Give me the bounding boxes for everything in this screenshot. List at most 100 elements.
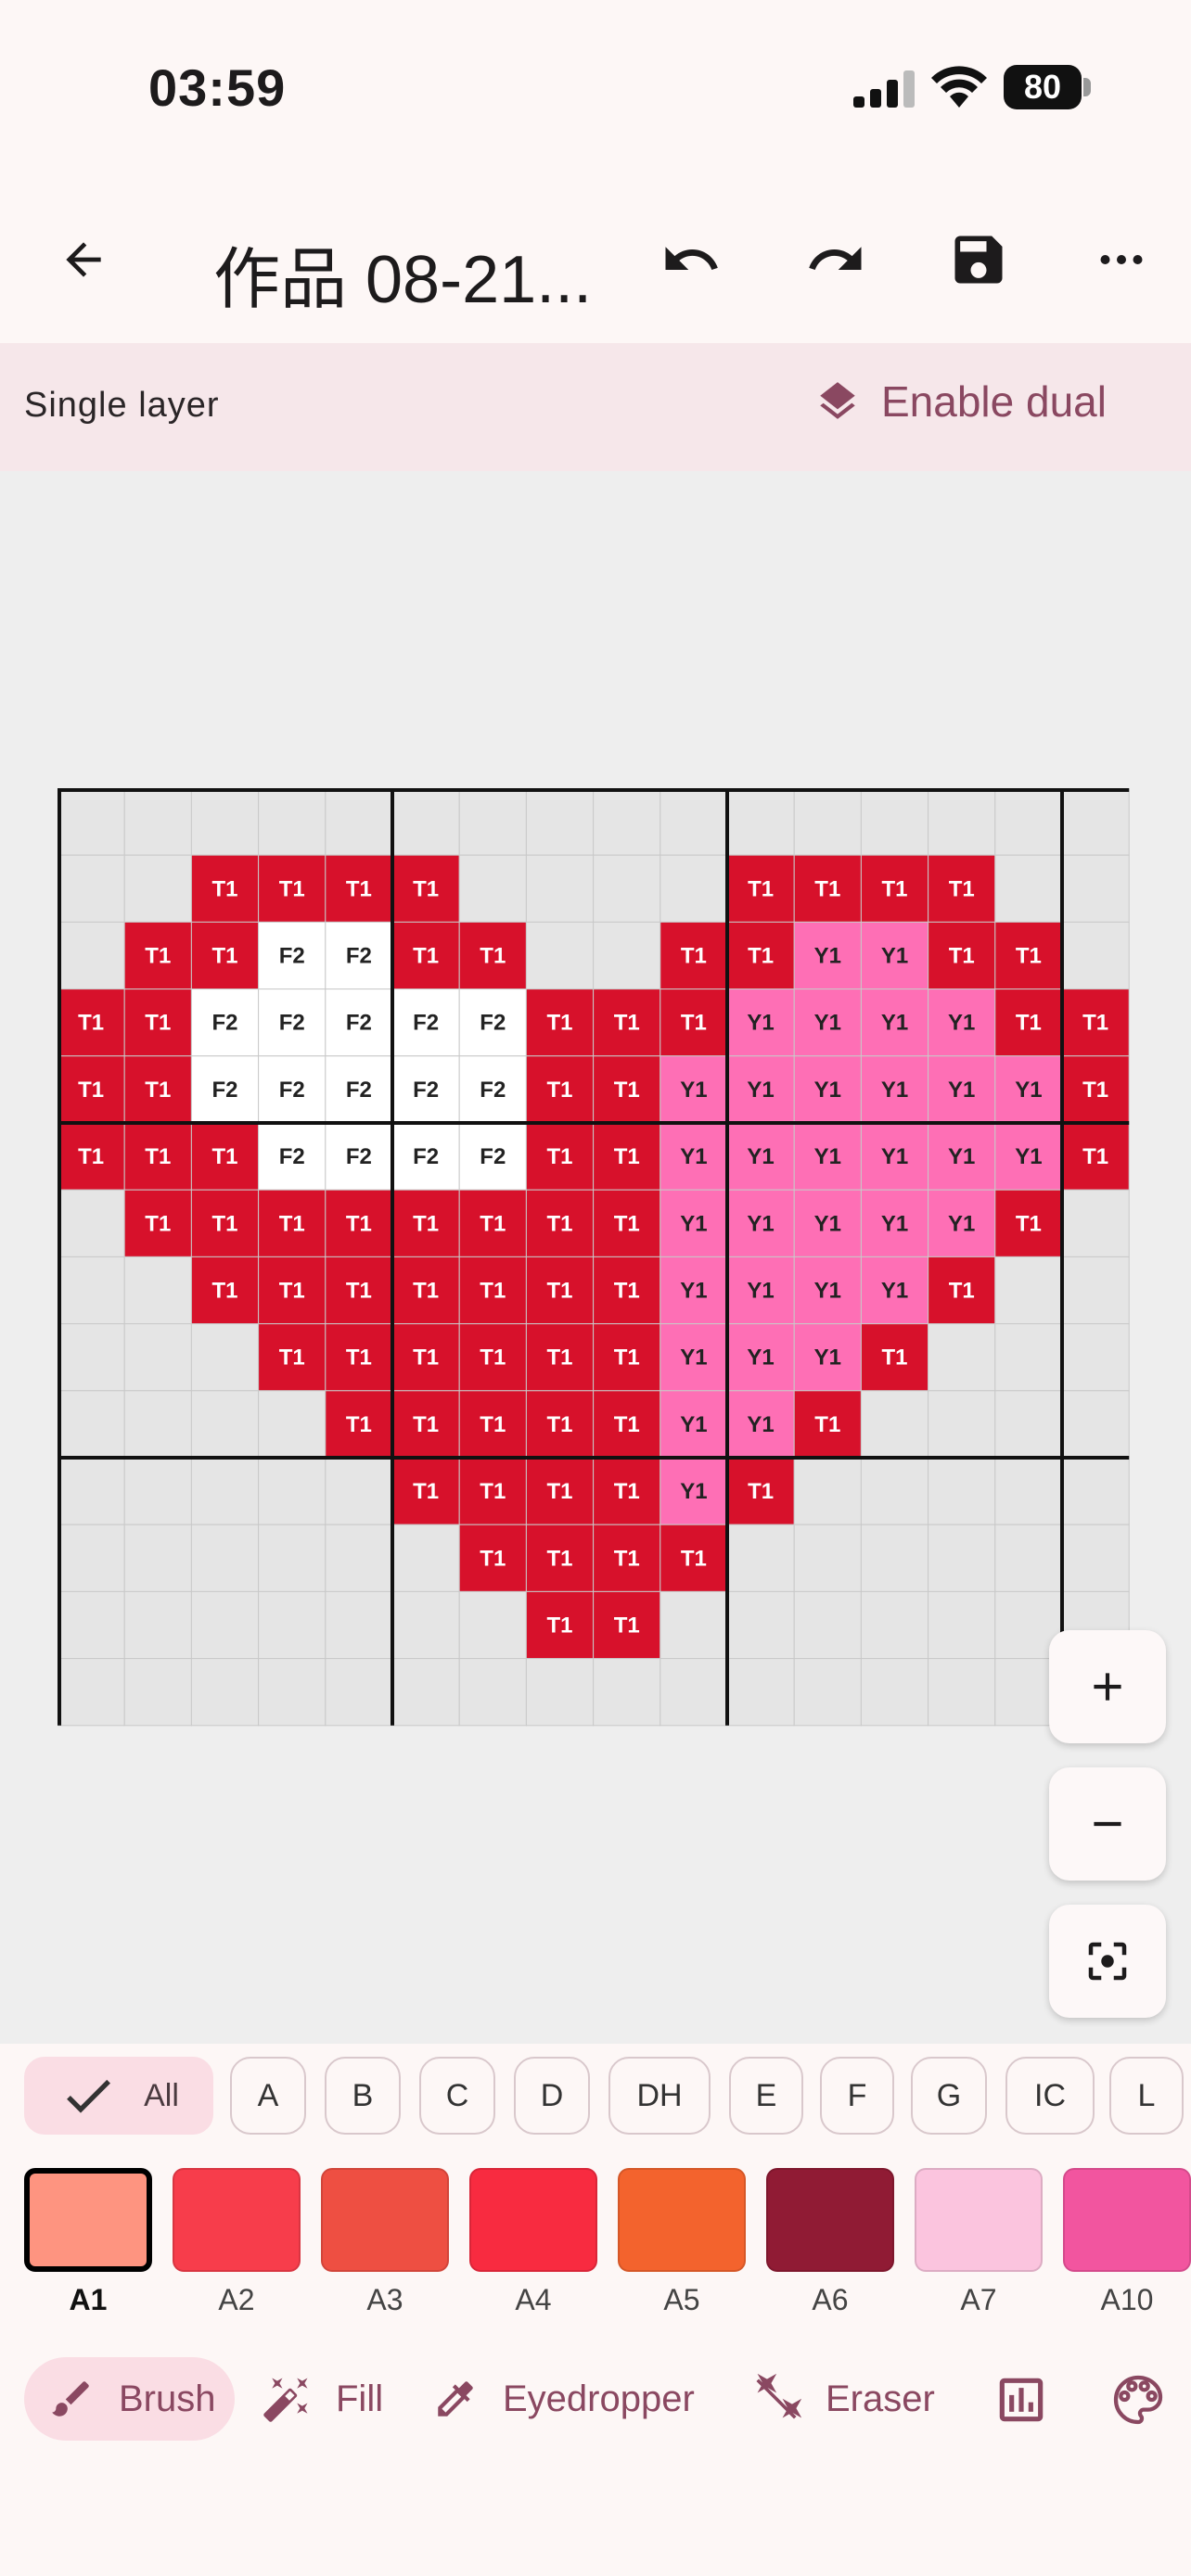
grid-cell[interactable] [928, 1457, 996, 1525]
fill-tool[interactable]: Fill [262, 2357, 383, 2441]
grid-cell[interactable] [58, 1390, 125, 1459]
statistics-button[interactable] [987, 2361, 1056, 2439]
grid-cell[interactable] [860, 1524, 929, 1592]
palette-button[interactable] [1104, 2361, 1172, 2439]
grid-cell[interactable] [726, 1590, 795, 1660]
grid-cell[interactable] [928, 1658, 996, 1727]
center-focus-button[interactable] [1049, 1905, 1166, 2018]
chip-l[interactable]: L [1109, 2057, 1184, 2135]
chip-dh[interactable]: DH [608, 2057, 711, 2135]
grid-cell[interactable] [994, 854, 1063, 923]
pixel-grid[interactable]: T1 T1 T1 T1 T1 T1 T1 T1 T1 T1 F2 F2 T1 T1 T1 T1 Y1 Y1 T1 T1… [58, 788, 1130, 1730]
grid-cell[interactable] [793, 1457, 862, 1525]
grid-cell[interactable] [258, 1658, 327, 1727]
grid-cell[interactable] [58, 1189, 125, 1257]
grid-cell[interactable] [325, 1524, 393, 1592]
redo-button[interactable] [794, 219, 877, 300]
chip-f[interactable]: F [820, 2057, 894, 2135]
grid-cell[interactable] [1061, 1390, 1130, 1459]
grid-cell[interactable] [458, 854, 527, 923]
grid-cell[interactable] [258, 1590, 327, 1660]
chip-b[interactable]: B [325, 2057, 401, 2135]
chip-c[interactable]: C [419, 2057, 495, 2135]
grid-cell[interactable] [190, 1323, 260, 1392]
grid-cell[interactable] [58, 1256, 125, 1325]
grid-cell[interactable] [525, 788, 595, 856]
grid-cell[interactable] [325, 1658, 393, 1727]
grid-cell[interactable] [190, 788, 260, 856]
grid-cell[interactable] [994, 1390, 1063, 1459]
eyedropper-tool[interactable]: Eyedropper [432, 2357, 695, 2441]
grid-cell[interactable] [58, 1457, 125, 1525]
grid-cell[interactable] [123, 1323, 192, 1392]
grid-cell[interactable] [1061, 1323, 1130, 1392]
grid-cell[interactable] [123, 854, 192, 923]
grid-cell[interactable] [190, 1590, 260, 1660]
grid-cell[interactable] [458, 788, 527, 856]
grid-cell[interactable] [994, 1256, 1063, 1325]
grid-cell[interactable] [58, 1323, 125, 1392]
grid-cell[interactable] [994, 1323, 1063, 1392]
grid-cell[interactable] [123, 1524, 192, 1592]
grid-cell[interactable] [190, 1524, 260, 1592]
chip-ic[interactable]: IC [1005, 2057, 1095, 2135]
grid-cell[interactable] [123, 788, 192, 856]
chip-e[interactable]: E [729, 2057, 803, 2135]
zoom-out-button[interactable] [1049, 1767, 1166, 1881]
grid-cell[interactable] [123, 1390, 192, 1459]
grid-cell[interactable] [793, 1658, 862, 1727]
grid-cell[interactable] [391, 1524, 460, 1592]
grid-cell[interactable] [1061, 921, 1130, 990]
swatch-a2[interactable] [173, 2168, 301, 2272]
save-button[interactable] [937, 219, 1020, 300]
grid-cell[interactable] [1061, 1524, 1130, 1592]
grid-cell[interactable] [325, 1590, 393, 1660]
grid-cell[interactable] [726, 1658, 795, 1727]
grid-cell[interactable] [123, 1658, 192, 1727]
grid-cell[interactable] [58, 1524, 125, 1592]
grid-cell[interactable] [928, 1390, 996, 1459]
grid-cell[interactable] [928, 1524, 996, 1592]
canvas-area[interactable]: T1 T1 T1 T1 T1 T1 T1 T1 T1 T1 F2 F2 T1 T1 T1 T1 Y1 Y1 T1 T1… [0, 471, 1191, 2044]
grid-cell[interactable] [325, 788, 393, 856]
grid-cell[interactable] [1061, 1189, 1130, 1257]
grid-cell[interactable] [58, 788, 125, 856]
swatch-a10[interactable] [1063, 2168, 1191, 2272]
grid-cell[interactable] [660, 854, 728, 923]
grid-cell[interactable] [660, 1590, 728, 1660]
swatch-a6[interactable] [766, 2168, 894, 2272]
grid-cell[interactable] [123, 1457, 192, 1525]
grid-cell[interactable] [593, 788, 661, 856]
zoom-in-button[interactable] [1049, 1630, 1166, 1743]
grid-cell[interactable] [593, 854, 661, 923]
grid-cell[interactable] [793, 1524, 862, 1592]
chip-d[interactable]: D [514, 2057, 590, 2135]
swatch-a5[interactable] [618, 2168, 746, 2272]
swatch-a3[interactable] [321, 2168, 449, 2272]
chip-a[interactable]: A [230, 2057, 306, 2135]
grid-cell[interactable] [123, 1256, 192, 1325]
grid-cell[interactable] [593, 1658, 661, 1727]
more-options-button[interactable] [1080, 219, 1163, 300]
enable-dual-button[interactable]: Enable dual [814, 376, 1107, 427]
grid-cell[interactable] [593, 921, 661, 990]
grid-cell[interactable] [860, 1590, 929, 1660]
swatch-a1[interactable] [24, 2168, 152, 2272]
undo-button[interactable] [649, 219, 733, 300]
grid-cell[interactable] [391, 788, 460, 856]
grid-cell[interactable] [458, 1590, 527, 1660]
grid-cell[interactable] [793, 1590, 862, 1660]
grid-cell[interactable] [525, 854, 595, 923]
chip-all[interactable]: All [24, 2057, 213, 2135]
grid-cell[interactable] [325, 1457, 393, 1525]
chip-g[interactable]: G [911, 2057, 987, 2135]
grid-cell[interactable] [258, 788, 327, 856]
grid-cell[interactable] [994, 1457, 1063, 1525]
grid-cell[interactable] [525, 1658, 595, 1727]
grid-cell[interactable] [726, 788, 795, 856]
grid-cell[interactable] [1061, 854, 1130, 923]
grid-cell[interactable] [58, 1590, 125, 1660]
grid-cell[interactable] [258, 1457, 327, 1525]
grid-cell[interactable] [58, 854, 125, 923]
back-button[interactable] [46, 219, 121, 300]
